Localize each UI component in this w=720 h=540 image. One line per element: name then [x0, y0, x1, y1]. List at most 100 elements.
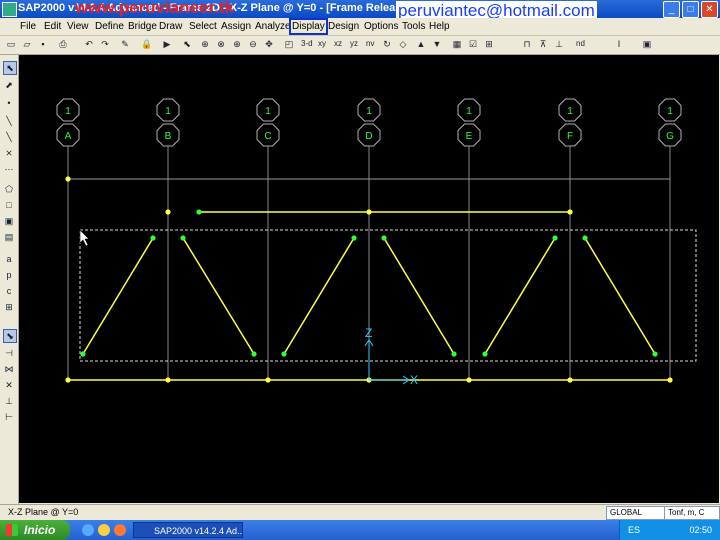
- grid-label-letter: G: [666, 131, 674, 142]
- selection-box: [79, 229, 697, 362]
- select-all-icon[interactable]: a: [3, 253, 15, 265]
- start-button[interactable]: Inicio: [0, 520, 70, 540]
- select-pointer-icon[interactable]: ⬉: [3, 61, 17, 75]
- grid-icon[interactable]: ⊞: [482, 38, 496, 51]
- release-dot: [552, 235, 558, 241]
- rectangle-area-icon[interactable]: □: [3, 199, 15, 211]
- units-select[interactable]: Tonf, m, C: [664, 506, 720, 520]
- view-yz-button[interactable]: yz: [350, 39, 358, 48]
- menu-design[interactable]: Design: [328, 21, 359, 32]
- section-icon[interactable]: ⊥: [552, 38, 566, 51]
- view-xz-button[interactable]: xz: [334, 39, 342, 48]
- nd-button[interactable]: nd: [576, 39, 585, 48]
- diagonal-frame: [484, 237, 556, 355]
- menu-define[interactable]: Define: [95, 21, 124, 32]
- taskbar: Inicio SAP2000 v14.2.4 Ad... ES 02:50: [0, 520, 720, 540]
- reshape-icon[interactable]: ⬈: [3, 79, 15, 91]
- grid-label-number: 1: [65, 106, 71, 117]
- minimize-button[interactable]: _: [663, 1, 680, 18]
- menu-options[interactable]: Options: [364, 21, 398, 32]
- x-axis-label: X: [410, 373, 418, 387]
- menu-file[interactable]: File: [20, 21, 36, 32]
- pan-icon[interactable]: ✥: [262, 38, 276, 51]
- model-canvas[interactable]: 1 A 1 B 1 C 1 D 1 E 1 F 1 G Z X: [19, 55, 719, 503]
- redo-icon[interactable]: ↷: [98, 38, 112, 51]
- zoom-in-icon[interactable]: ⊕: [230, 38, 244, 51]
- brace-icon[interactable]: ⊼: [536, 38, 550, 51]
- status-text: X-Z Plane @ Y=0: [8, 507, 79, 517]
- new-file-icon[interactable]: ▭: [4, 38, 18, 51]
- menu-display[interactable]: Display: [289, 18, 328, 35]
- release-dot: [251, 351, 257, 357]
- snap-intersect-icon[interactable]: ✕: [3, 379, 15, 391]
- draw-area-icon[interactable]: ⬠: [3, 183, 15, 195]
- view-3d-button[interactable]: 3-d: [301, 39, 313, 48]
- ie-icon[interactable]: [82, 524, 94, 536]
- up-arrow-icon[interactable]: ▲: [414, 38, 428, 51]
- grid-label-letter: F: [567, 131, 573, 142]
- zoom-out-icon[interactable]: ⊖: [246, 38, 260, 51]
- menu-help[interactable]: Help: [429, 21, 450, 32]
- joint: [567, 377, 573, 383]
- model-view[interactable]: 1 A 1 B 1 C 1 D 1 E 1 F 1 G Z X: [19, 55, 719, 503]
- grid-label-number: 1: [667, 106, 673, 117]
- language-indicator[interactable]: ES: [628, 525, 640, 535]
- zoom-window-icon[interactable]: ⊕: [198, 38, 212, 51]
- draw-solid-icon[interactable]: ▤: [3, 231, 15, 243]
- set-display-icon[interactable]: ▦: [450, 38, 464, 51]
- print-icon[interactable]: ⎙: [56, 38, 70, 51]
- coord-system-select[interactable]: GLOBAL: [606, 506, 672, 520]
- save-icon[interactable]: ▪: [36, 38, 50, 51]
- menu-tools[interactable]: Tools: [402, 21, 425, 32]
- refresh-icon[interactable]: ✎: [118, 38, 132, 51]
- view-icon[interactable]: ◰: [282, 38, 296, 51]
- display-options-icon[interactable]: ▣: [640, 38, 654, 51]
- firefox-icon[interactable]: [114, 524, 126, 536]
- snap-icon[interactable]: ⬊: [3, 329, 17, 343]
- joint: [65, 176, 71, 182]
- release-dot: [652, 351, 658, 357]
- windows-flag-icon: [6, 524, 18, 536]
- app-icon[interactable]: [2, 2, 17, 17]
- close-button[interactable]: ✕: [701, 1, 718, 18]
- menu-edit[interactable]: Edit: [44, 21, 61, 32]
- snap-middle-icon[interactable]: ⋈: [3, 363, 15, 375]
- frame-draw-icon[interactable]: ⊓: [520, 38, 534, 51]
- snap-perp-icon[interactable]: ⊥: [3, 395, 15, 407]
- taskbar-item-sap2000[interactable]: SAP2000 v14.2.4 Ad...: [133, 522, 243, 538]
- open-file-icon[interactable]: ▱: [20, 38, 34, 51]
- pointer-icon[interactable]: ⬉: [180, 38, 194, 51]
- text-icon[interactable]: I: [612, 38, 626, 51]
- intersect-icon[interactable]: ⊞: [3, 301, 15, 313]
- joint: [466, 377, 472, 383]
- maximize-button[interactable]: □: [682, 1, 699, 18]
- menu-analyze[interactable]: Analyze: [255, 21, 291, 32]
- draw-frame-icon[interactable]: ╲: [3, 115, 15, 127]
- draw-link-icon[interactable]: ⋯: [3, 163, 15, 175]
- undo-icon[interactable]: ↶: [82, 38, 96, 51]
- view-xy-button[interactable]: xy: [318, 39, 326, 48]
- check-icon[interactable]: ☑: [466, 38, 480, 51]
- down-arrow-icon[interactable]: ▼: [430, 38, 444, 51]
- quick-frame-icon[interactable]: ╲: [3, 131, 15, 143]
- diagonal-frame: [283, 237, 355, 355]
- perspective-icon[interactable]: ◇: [396, 38, 410, 51]
- quick-area-icon[interactable]: ▣: [3, 215, 15, 227]
- snap-end-icon[interactable]: ⊣: [3, 347, 15, 359]
- lock-icon[interactable]: 🔒: [140, 38, 154, 51]
- view-nv-button[interactable]: nv: [366, 39, 374, 48]
- run-analysis-icon[interactable]: ▶: [160, 38, 174, 51]
- menu-assign[interactable]: Assign: [221, 21, 251, 32]
- zoom-restore-icon[interactable]: ⊗: [214, 38, 228, 51]
- previous-select-icon[interactable]: p: [3, 269, 15, 281]
- draw-brace-icon[interactable]: ⨯: [3, 147, 15, 159]
- menu-draw[interactable]: Draw: [159, 21, 182, 32]
- clear-select-icon[interactable]: c: [3, 285, 15, 297]
- rotate-icon[interactable]: ↻: [380, 38, 394, 51]
- menu-bridge[interactable]: Bridge: [128, 21, 157, 32]
- menu-view[interactable]: View: [67, 21, 89, 32]
- desktop-icon[interactable]: [98, 524, 110, 536]
- snap-line-icon[interactable]: ⊢: [3, 411, 15, 423]
- draw-joint-icon[interactable]: •: [3, 97, 15, 109]
- menu-select[interactable]: Select: [189, 21, 217, 32]
